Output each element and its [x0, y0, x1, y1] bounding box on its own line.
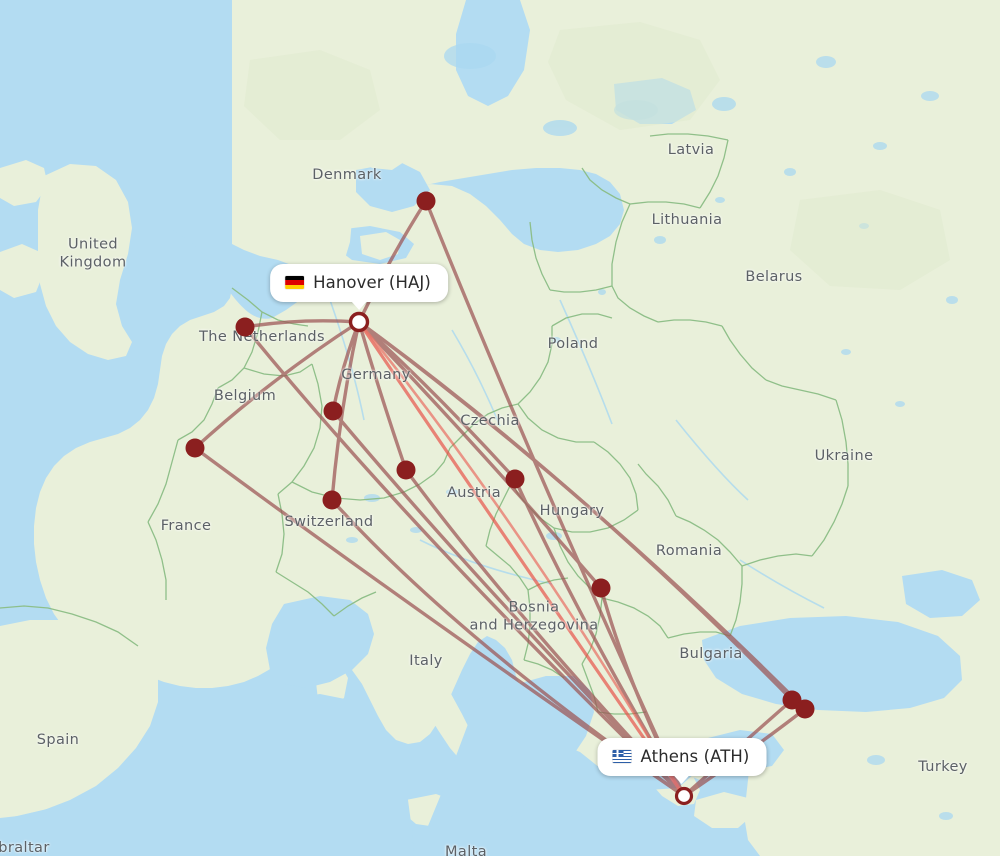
airport-node-saw[interactable]	[795, 699, 815, 719]
callout-hanover-label: Hanover (HAJ)	[313, 273, 431, 292]
gr-flag-icon	[612, 750, 632, 763]
airport-node-beg[interactable]	[591, 578, 611, 598]
flight-route-map[interactable]: United Kingdom Denmark The Netherlands B…	[0, 0, 1000, 856]
airport-node-ams[interactable]	[235, 317, 255, 337]
callout-hanover[interactable]: Hanover (HAJ)	[270, 264, 448, 310]
de-flag-icon	[285, 276, 305, 289]
airport-node-vie[interactable]	[505, 469, 525, 489]
airport-node-fra[interactable]	[323, 401, 343, 421]
callout-tail-icon	[349, 300, 368, 310]
airport-nodes-layer[interactable]	[0, 0, 1000, 856]
airport-node-haj-origin[interactable]	[348, 311, 370, 333]
airport-node-cdg[interactable]	[185, 438, 205, 458]
airport-node-ath-destination[interactable]	[674, 786, 694, 806]
airport-node-cph[interactable]	[416, 191, 436, 211]
callout-athens-label: Athens (ATH)	[640, 747, 750, 766]
airport-node-muc[interactable]	[396, 460, 416, 480]
callout-tail-icon	[672, 774, 691, 784]
callout-athens[interactable]: Athens (ATH)	[597, 738, 767, 784]
airport-node-zrh[interactable]	[322, 490, 342, 510]
